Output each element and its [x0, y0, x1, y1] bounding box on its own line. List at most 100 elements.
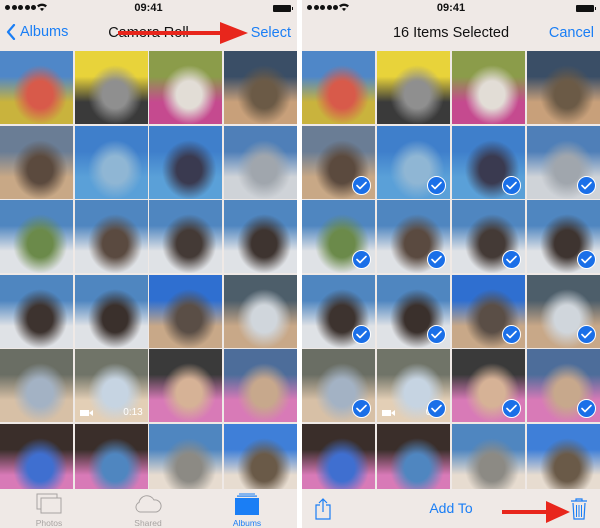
checkmark-selected-icon — [352, 324, 372, 344]
photo-thumbnail-image — [74, 200, 148, 273]
photo-thumbnail-image — [526, 51, 600, 124]
photo-thumbnail[interactable] — [302, 274, 376, 348]
select-button[interactable]: Select — [251, 25, 291, 41]
photo-thumbnail[interactable] — [223, 200, 297, 273]
photo-thumbnail-image — [0, 423, 74, 497]
add-to-button[interactable]: Add To — [302, 500, 600, 516]
video-duration: 0:13 — [123, 407, 143, 418]
photo-thumbnail-image — [302, 423, 376, 497]
photo-thumbnail[interactable] — [376, 51, 451, 124]
photo-thumbnail[interactable] — [526, 125, 600, 199]
photo-thumbnail[interactable] — [74, 423, 148, 497]
photo-thumbnail-image — [223, 200, 297, 273]
photo-thumbnail-image — [149, 349, 223, 422]
photo-thumbnail[interactable] — [223, 274, 297, 348]
checkmark-selected-icon — [502, 250, 522, 269]
selection-toolbar: Add To — [302, 489, 600, 528]
photo-thumbnail[interactable] — [376, 423, 451, 497]
photo-thumbnail[interactable] — [223, 349, 297, 422]
photo-thumbnail[interactable] — [149, 274, 223, 348]
tab-photos-label: Photos — [35, 518, 63, 528]
photo-thumbnail[interactable] — [526, 51, 600, 124]
photo-thumbnail[interactable] — [451, 423, 526, 497]
photo-thumbnail[interactable] — [526, 200, 600, 273]
photo-thumbnail[interactable] — [302, 349, 376, 422]
photo-thumbnail-image — [149, 274, 223, 348]
photo-thumbnail[interactable] — [0, 200, 74, 273]
video-camera-icon — [381, 410, 395, 416]
photo-thumbnail-image — [0, 200, 74, 273]
photo-thumbnail[interactable] — [149, 349, 223, 422]
photo-thumbnail[interactable] — [223, 125, 297, 199]
photo-thumbnail[interactable] — [526, 274, 600, 348]
photo-thumbnail[interactable]: 0:13 — [74, 349, 148, 422]
photo-thumbnail-image — [149, 423, 223, 497]
albums-icon — [235, 493, 259, 515]
photo-thumbnail[interactable] — [149, 200, 223, 273]
tab-albums-label: Albums — [232, 518, 262, 528]
photo-thumbnail[interactable] — [0, 51, 74, 124]
photo-thumbnail[interactable] — [451, 51, 526, 124]
photo-thumbnail[interactable] — [451, 349, 526, 422]
photo-thumbnail-image — [223, 125, 297, 199]
photo-thumbnail[interactable] — [0, 274, 74, 348]
photo-thumbnail[interactable] — [223, 423, 297, 497]
photo-thumbnail[interactable] — [302, 423, 376, 497]
checkmark-selected-icon — [352, 175, 372, 195]
photo-thumbnail[interactable] — [0, 349, 74, 422]
photo-thumbnail-image — [149, 200, 223, 273]
photo-thumbnail-image — [0, 125, 74, 199]
photo-thumbnail[interactable] — [74, 125, 148, 199]
photo-thumbnail[interactable] — [451, 274, 526, 348]
photo-thumbnail-image — [302, 51, 376, 124]
photo-thumbnail[interactable] — [74, 51, 148, 124]
status-time: 09:41 — [134, 2, 163, 14]
photo-thumbnail[interactable]: 0:13 — [376, 349, 451, 422]
tab-bar: Photos Shared Albums — [0, 489, 297, 528]
tab-albums[interactable]: Albums — [212, 492, 282, 528]
status-bar: 09:41 — [0, 0, 297, 18]
tab-shared[interactable]: Shared — [113, 492, 183, 528]
trash-icon[interactable] — [570, 497, 588, 521]
photo-thumbnail-image — [149, 125, 223, 199]
tab-photos[interactable]: Photos — [14, 492, 84, 528]
photo-thumbnail[interactable] — [451, 125, 526, 199]
status-time: 09:41 — [436, 2, 466, 14]
photo-thumbnail[interactable] — [0, 125, 74, 199]
photo-thumbnail[interactable] — [302, 125, 376, 199]
photo-grid: 0:13 — [0, 51, 297, 497]
select-mode-screen: 09:41 16 Items Selected Cancel 0:13 Add … — [302, 0, 600, 528]
photo-thumbnail[interactable] — [302, 200, 376, 273]
photo-thumbnail[interactable] — [526, 349, 600, 422]
cancel-button[interactable]: Cancel — [549, 25, 594, 41]
photo-thumbnail[interactable] — [376, 274, 451, 348]
photo-thumbnail[interactable] — [223, 51, 297, 124]
checkmark-selected-icon — [577, 399, 596, 418]
photo-thumbnail[interactable] — [74, 200, 148, 273]
photo-thumbnail[interactable] — [376, 200, 451, 273]
photo-thumbnail[interactable] — [149, 51, 223, 124]
photo-thumbnail[interactable] — [149, 125, 223, 199]
photo-thumbnail-image — [0, 51, 74, 124]
photo-thumbnail[interactable] — [74, 274, 148, 348]
photo-thumbnail[interactable] — [451, 200, 526, 273]
battery-icon — [273, 5, 293, 12]
photo-thumbnail-image — [223, 274, 297, 348]
camera-roll-screen: 09:41 Albums Camera Roll Select 0:13 Pho… — [0, 0, 297, 528]
photo-thumbnail-image — [0, 274, 74, 348]
photo-thumbnail-image — [451, 51, 526, 124]
photo-thumbnail-image — [74, 125, 148, 199]
checkmark-selected-icon — [577, 324, 596, 344]
photo-thumbnail[interactable] — [0, 423, 74, 497]
photo-thumbnail[interactable] — [302, 51, 376, 124]
photo-thumbnail-image — [223, 423, 297, 497]
cloud-icon — [135, 495, 162, 513]
photo-thumbnail[interactable] — [526, 423, 600, 497]
photo-thumbnail-image — [223, 51, 297, 124]
navigation-bar: 16 Items Selected Cancel — [302, 18, 600, 50]
tab-shared-label: Shared — [134, 518, 162, 528]
photo-thumbnail-image — [376, 51, 451, 124]
photo-thumbnail[interactable] — [376, 125, 451, 199]
photo-thumbnail[interactable] — [149, 423, 223, 497]
photo-thumbnail-image — [74, 423, 148, 497]
